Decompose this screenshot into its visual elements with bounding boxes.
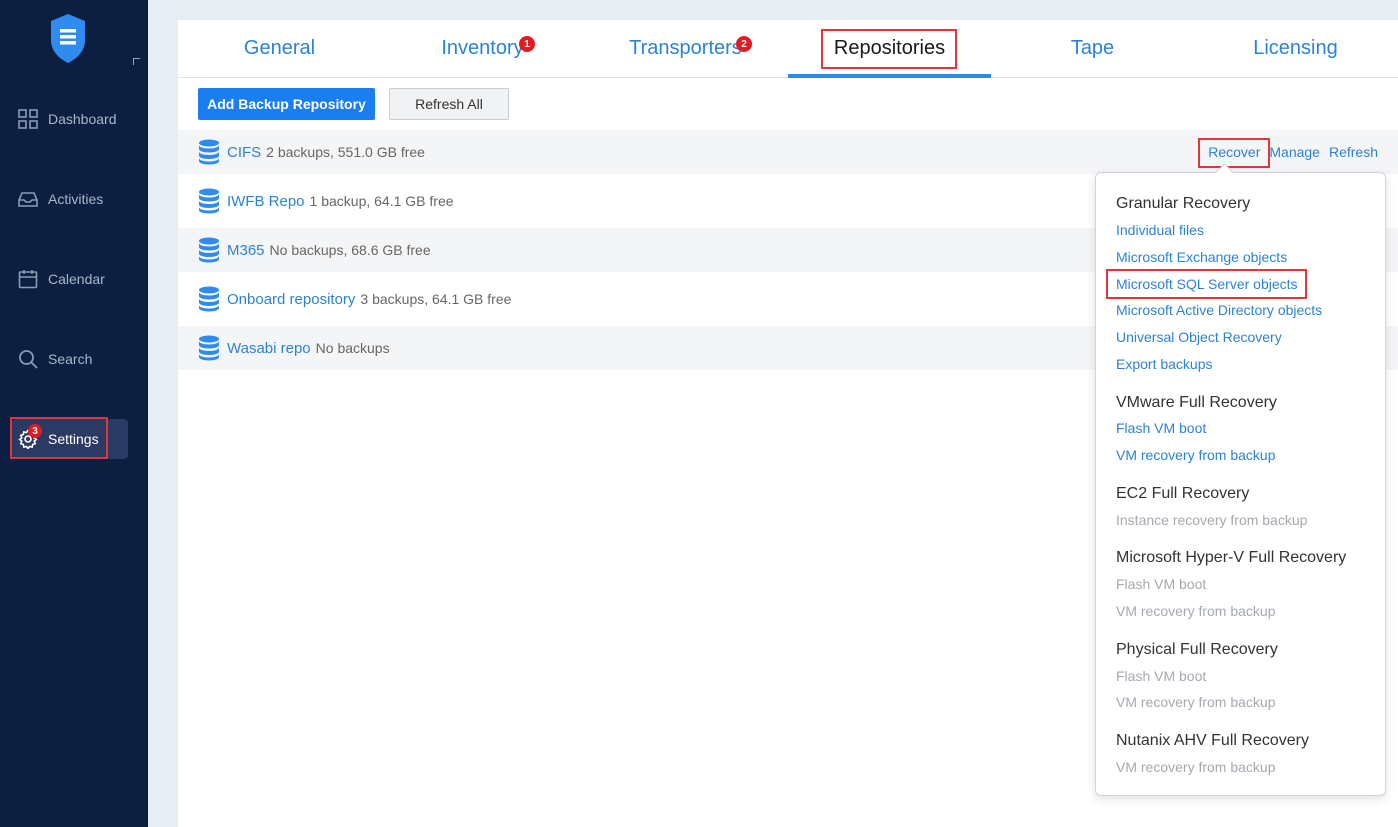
dashboard-icon [18,109,38,129]
hyperv-full-recovery-heading: Microsoft Hyper-V Full Recovery [1116,549,1347,566]
granular-recovery-heading: Granular Recovery [1116,195,1251,212]
menu-item-hyperv-vm-recovery: VM recovery from backup [1116,603,1276,619]
recover-dropdown-menu: Granular Recovery Individual files Micro… [1095,172,1386,796]
sql-server-highlight [1106,269,1307,299]
menu-item-exchange-objects[interactable]: Microsoft Exchange objects [1116,249,1287,265]
settings-badge: 3 [28,424,42,438]
inventory-badge: 1 [519,36,535,52]
inbox-icon [18,192,38,207]
vmware-full-recovery-heading: VMware Full Recovery [1116,394,1277,411]
tab-inventory[interactable]: Inventory [381,20,584,77]
menu-item-universal-object-recovery[interactable]: Universal Object Recovery [1116,329,1282,345]
database-icon [199,335,219,361]
collapse-sidebar-icon[interactable] [133,58,140,65]
database-icon [199,237,219,263]
sidebar-item-label: Settings [48,431,99,447]
app-logo-icon[interactable] [48,12,88,64]
menu-item-active-directory-objects[interactable]: Microsoft Active Directory objects [1116,302,1322,318]
repository-info: No backups, 68.6 GB free [269,242,431,258]
menu-item-vmware-flash-vm-boot[interactable]: Flash VM boot [1116,420,1206,436]
repository-name-link[interactable]: CIFS [227,144,261,161]
repository-row[interactable]: CIFS 2 backups, 551.0 GB free Recover Ma… [178,130,1398,174]
sidebar-item-label: Search [48,351,93,367]
main-panel: General Inventory Transporters Repositor… [178,20,1398,827]
sidebar-item-activities[interactable]: Activities [12,179,128,219]
recover-link[interactable]: Recover [1208,144,1260,160]
repository-name-link[interactable]: Wasabi repo [227,340,311,357]
sidebar-item-label: Activities [48,191,104,207]
tab-licensing[interactable]: Licensing [1194,20,1397,77]
menu-item-ec2-instance-recovery: Instance recovery from backup [1116,512,1308,528]
physical-full-recovery-heading: Physical Full Recovery [1116,641,1278,658]
tab-tape[interactable]: Tape [991,20,1194,77]
ec2-full-recovery-heading: EC2 Full Recovery [1116,485,1250,502]
row-actions: Recover Manage Refresh [1208,130,1378,174]
database-icon [199,286,219,312]
calendar-icon [18,270,38,289]
database-icon [199,139,219,165]
sidebar-item-dashboard[interactable]: Dashboard [12,99,128,139]
menu-item-nutanix-vm-recovery: VM recovery from backup [1116,759,1276,775]
menu-item-hyperv-flash-vm-boot: Flash VM boot [1116,576,1207,592]
repository-info: 3 backups, 64.1 GB free [360,291,512,307]
sidebar-item-calendar[interactable]: Calendar [12,259,128,299]
menu-item-vmware-vm-recovery[interactable]: VM recovery from backup [1116,447,1276,463]
database-icon [199,188,219,214]
transporters-badge: 2 [736,36,752,52]
menu-item-individual-files[interactable]: Individual files [1116,222,1204,238]
repository-info: 2 backups, 551.0 GB free [266,144,425,160]
search-icon [19,350,38,369]
menu-item-physical-flash-vm-boot: Flash VM boot [1116,668,1207,684]
repository-name-link[interactable]: IWFB Repo [227,193,305,210]
repository-name-link[interactable]: M365 [227,242,265,259]
refresh-link[interactable]: Refresh [1329,144,1378,160]
menu-item-physical-vm-recovery: VM recovery from backup [1116,694,1276,710]
repository-info: No backups [315,340,390,356]
refresh-all-button[interactable]: Refresh All [389,88,509,120]
repository-info: 1 backup, 64.1 GB free [309,193,454,209]
sidebar: Dashboard Activities Calendar Search Set… [0,0,148,827]
repositories-tab-highlight [821,29,957,69]
tab-general[interactable]: General [178,20,381,77]
sidebar-item-label: Dashboard [48,111,117,127]
manage-link[interactable]: Manage [1269,144,1320,160]
settings-tabs: General Inventory Transporters Repositor… [178,20,1398,78]
sidebar-item-label: Calendar [48,271,105,287]
sidebar-item-search[interactable]: Search [12,339,128,379]
nutanix-full-recovery-heading: Nutanix AHV Full Recovery [1116,732,1309,749]
tab-transporters[interactable]: Transporters [584,20,787,77]
add-backup-repository-button[interactable]: Add Backup Repository [198,88,375,120]
repository-name-link[interactable]: Onboard repository [227,291,355,308]
menu-item-export-backups[interactable]: Export backups [1116,356,1213,372]
